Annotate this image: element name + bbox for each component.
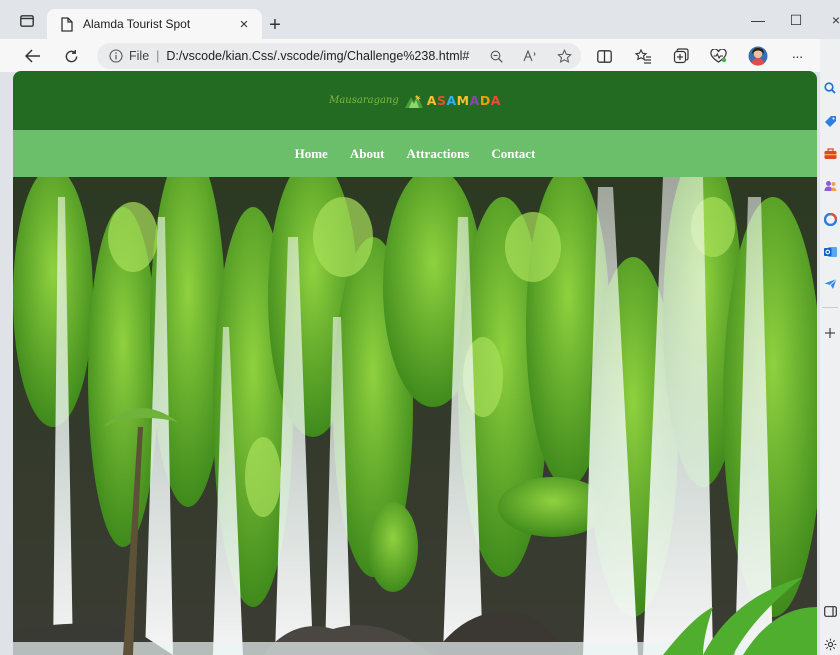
logo-letter: A [446, 93, 457, 108]
settings-icon[interactable] [823, 637, 837, 651]
favorites-icon[interactable] [632, 45, 654, 67]
hero-waterfall-image [13, 177, 817, 655]
url-text[interactable]: D:/vscode/kian.Css/.vscode/img/Challenge… [166, 49, 469, 63]
zoom-icon[interactable] [487, 47, 505, 65]
info-icon[interactable] [109, 49, 123, 63]
logo-script-text: Mausaragang [329, 95, 399, 106]
back-icon[interactable] [22, 45, 44, 67]
site-header: Mausaragang ASAMADA [13, 71, 817, 130]
send-icon[interactable] [823, 277, 837, 291]
address-separator: | [156, 49, 160, 63]
performance-icon[interactable] [707, 45, 729, 67]
collections-icon[interactable] [670, 45, 692, 67]
shopping-tag-icon[interactable] [823, 114, 837, 128]
logo-letter: A [469, 93, 480, 108]
add-icon[interactable] [823, 326, 837, 340]
search-icon[interactable] [823, 81, 837, 95]
page-viewport: Mausaragang ASAMADA Home About Attractio… [13, 71, 817, 655]
read-aloud-icon[interactable] [521, 47, 539, 65]
nav-link-home[interactable]: Home [295, 146, 328, 162]
tab-close-icon[interactable]: × [234, 14, 254, 34]
close-window-button[interactable]: × [826, 12, 840, 28]
logo-letter: M [456, 93, 470, 108]
favorite-star-icon[interactable] [555, 47, 573, 65]
logo-letter: A [490, 93, 501, 108]
people-icon[interactable] [823, 179, 837, 193]
new-tab-button[interactable]: + [266, 15, 284, 35]
browser-tab[interactable]: Alamda Tourist Spot × [47, 9, 262, 39]
browser-titlebar: Alamda Tourist Spot × + — ☐ × [0, 0, 840, 39]
nav-link-about[interactable]: About [350, 146, 385, 162]
nav-link-contact[interactable]: Contact [491, 146, 535, 162]
site-logo[interactable]: Mausaragang ASAMADA [329, 93, 501, 109]
logo-wordmark: ASAMADA [427, 93, 501, 108]
tab-actions-icon[interactable] [18, 14, 36, 28]
waterfall-logo-icon [404, 94, 423, 108]
site-nav: Home About Attractions Contact [13, 130, 817, 177]
maximize-button[interactable]: ☐ [786, 12, 806, 28]
sidebar-divider [822, 307, 838, 308]
logo-letter: A [426, 93, 437, 108]
browser-sidebar [820, 39, 840, 655]
minimize-button[interactable]: — [748, 12, 768, 28]
profile-avatar[interactable] [747, 45, 769, 67]
page-icon [59, 16, 75, 32]
sidebar-toggle-icon[interactable] [823, 604, 837, 618]
refresh-icon[interactable] [60, 45, 82, 67]
logo-letter: D [479, 93, 491, 108]
more-icon[interactable]: ··· [786, 45, 808, 67]
split-screen-icon[interactable] [593, 45, 615, 67]
tab-title: Alamda Tourist Spot [83, 17, 191, 31]
outlook-icon[interactable] [823, 245, 837, 259]
nav-link-attractions[interactable]: Attractions [407, 146, 470, 162]
toolbox-icon[interactable] [823, 147, 837, 161]
address-bar[interactable]: File | D:/vscode/kian.Css/.vscode/img/Ch… [97, 43, 581, 69]
office-icon[interactable] [823, 212, 837, 226]
browser-toolbar: File | D:/vscode/kian.Css/.vscode/img/Ch… [0, 39, 840, 72]
protocol-label: File [129, 49, 150, 63]
